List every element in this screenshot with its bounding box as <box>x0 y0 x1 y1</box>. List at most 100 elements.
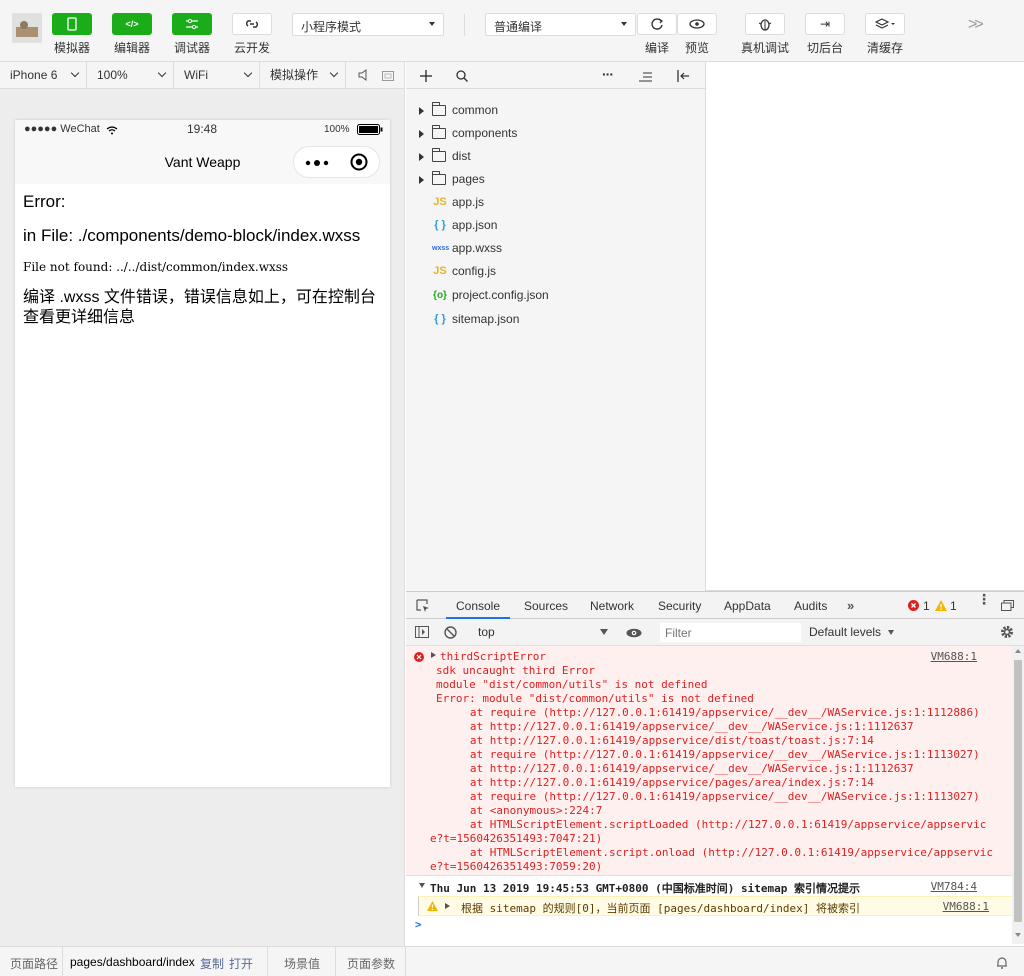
zoom-select[interactable]: 100% <box>87 62 174 88</box>
levels-select[interactable]: Default levels <box>809 625 895 639</box>
stack-line[interactable]: at http://127.0.0.1:61419/appservice/dis… <box>450 734 874 748</box>
console-error-entry[interactable]: VM688:1 thirdScriptError sdk uncaught th… <box>406 646 1012 876</box>
tab-appdata[interactable]: AppData <box>724 592 771 619</box>
expand-triangle-icon[interactable] <box>419 153 424 161</box>
more-tabs-icon[interactable]: » <box>847 598 854 613</box>
tab-security[interactable]: Security <box>658 592 701 619</box>
context-select[interactable]: top <box>470 622 610 642</box>
tree-file-app-js[interactable]: JS app.js <box>406 191 706 214</box>
stack-line[interactable]: at require (http://127.0.0.1:61419/appse… <box>450 748 980 762</box>
tree-file-app-wxss[interactable]: wxss app.wxss <box>406 237 706 260</box>
console-warning-entry[interactable]: 根据 sitemap 的规则[0]，当前页面 [pages/dashboard/… <box>418 896 1012 916</box>
source-link[interactable]: VM784:4 <box>931 880 977 893</box>
compile-button[interactable]: 编译 <box>637 13 677 56</box>
tree-file-config-js[interactable]: JS config.js <box>406 260 706 283</box>
expand-triangle-icon[interactable] <box>419 176 424 184</box>
chevron-down-icon <box>157 68 167 78</box>
clear-console-icon[interactable] <box>444 626 457 639</box>
network-select[interactable]: WiFi <box>174 62 260 88</box>
compile-select[interactable]: 普通编译 <box>485 13 636 36</box>
tab-console[interactable]: Console <box>446 592 510 619</box>
collapse-triangle-icon[interactable] <box>419 883 425 888</box>
expand-triangle-icon[interactable] <box>445 903 450 909</box>
editor-area[interactable] <box>706 62 1024 591</box>
compile-select-value: 普通编译 <box>494 20 543 34</box>
stack-line[interactable]: at http://127.0.0.1:61419/appservice/__d… <box>450 762 914 776</box>
tree-file-sitemap-json[interactable]: { } sitemap.json <box>406 308 706 331</box>
stack-line[interactable]: at http://127.0.0.1:61419/appservice/pag… <box>450 776 874 790</box>
stack-line[interactable]: at HTMLScriptElement.script.onload (http… <box>450 846 993 860</box>
more-dots-icon[interactable]: ··· <box>602 66 614 82</box>
mute-icon[interactable] <box>358 69 368 84</box>
expand-triangle-icon[interactable] <box>419 130 424 138</box>
expand-triangle-icon[interactable] <box>419 107 424 115</box>
add-icon[interactable] <box>420 70 432 82</box>
background-button[interactable]: ⇥ 切后台 <box>805 13 845 56</box>
tree-file-project-config[interactable]: {o} project.config.json <box>406 284 706 307</box>
source-link[interactable]: VM688:1 <box>943 900 989 913</box>
tree-folder-pages[interactable]: pages <box>406 168 706 191</box>
tree-folder-components[interactable]: components <box>406 122 706 145</box>
stack-line[interactable]: at require (http://127.0.0.1:61419/appse… <box>450 706 980 720</box>
tab-label: Audits <box>794 599 828 613</box>
inspect-element-icon[interactable] <box>416 599 430 613</box>
collapse-panel-icon[interactable] <box>676 70 690 82</box>
scroll-down-icon[interactable] <box>1015 933 1021 937</box>
more-dots-icon[interactable] <box>305 159 329 167</box>
console-prompt[interactable]: > <box>415 918 422 931</box>
stack-line[interactable]: at http://127.0.0.1:61419/appservice/__d… <box>450 720 914 734</box>
copy-link[interactable]: 复制 <box>200 955 224 972</box>
stack-line[interactable]: at require (http://127.0.0.1:61419/appse… <box>450 790 980 804</box>
tab-network[interactable]: Network <box>590 592 634 619</box>
device-select[interactable]: iPhone 6 <box>0 62 87 88</box>
error-circle-icon[interactable] <box>908 600 919 611</box>
simulator-button[interactable]: 模拟器 <box>52 13 92 56</box>
remote-debug-button[interactable]: 真机调试 <box>741 13 789 56</box>
bell-icon[interactable] <box>996 956 1008 969</box>
close-target-icon[interactable] <box>350 153 368 171</box>
scroll-up-icon[interactable] <box>1015 649 1021 653</box>
sidebar-toggle-icon[interactable] <box>415 626 429 638</box>
eye-icon <box>689 19 705 29</box>
gear-icon[interactable] <box>1000 625 1014 639</box>
stack-line[interactable]: at HTMLScriptElement.scriptLoaded (http:… <box>450 818 987 832</box>
scrollbar-thumb[interactable] <box>1014 660 1022 922</box>
operation-select[interactable]: 模拟操作 <box>260 62 346 88</box>
sort-icon[interactable] <box>639 72 653 82</box>
stack-line[interactable]: e?t=1560426351493:7059:20) <box>430 860 602 874</box>
tree-file-app-json[interactable]: { } app.json <box>406 214 706 237</box>
console-filter-input[interactable] <box>660 623 801 642</box>
page-params-button[interactable]: 页面参数 <box>347 955 395 972</box>
window-icon[interactable] <box>382 70 394 84</box>
more-chevrons-icon[interactable]: >> <box>968 16 984 34</box>
context-select-value: top <box>478 625 495 639</box>
folder-icon <box>432 102 446 116</box>
console-scrollbar[interactable] <box>1012 646 1024 944</box>
warning-triangle-icon[interactable] <box>935 600 947 611</box>
stack-line[interactable]: e?t=1560426351493:7047:21) <box>430 832 602 846</box>
menu-capsule[interactable] <box>293 146 380 178</box>
open-link[interactable]: 打开 <box>229 955 253 972</box>
debugger-button[interactable]: 调试器 <box>172 13 212 56</box>
project-avatar[interactable] <box>12 13 42 43</box>
editor-button[interactable]: </> 编辑器 <box>112 13 152 56</box>
kebab-menu-icon[interactable]: ⋮ <box>977 592 991 606</box>
warning-text: 根据 sitemap 的规则[0]，当前页面 [pages/dashboard/… <box>461 902 861 915</box>
tab-sources[interactable]: Sources <box>524 592 568 619</box>
tab-audits[interactable]: Audits <box>794 592 827 619</box>
clear-cache-button[interactable]: 清缓存 <box>865 13 905 56</box>
mode-select[interactable]: 小程序模式 <box>292 13 444 36</box>
search-icon[interactable] <box>456 70 468 82</box>
expand-triangle-icon[interactable] <box>431 652 436 658</box>
eye-icon[interactable] <box>626 628 642 638</box>
tree-folder-dist[interactable]: dist <box>406 145 706 168</box>
console-group-header[interactable]: Thu Jun 13 2019 19:45:53 GMT+0800 (中国标准时… <box>406 877 1012 895</box>
source-link[interactable]: VM688:1 <box>931 650 977 663</box>
zoom-select-value: 100% <box>97 68 128 82</box>
tree-folder-common[interactable]: common <box>406 99 706 122</box>
scene-button[interactable]: 场景值 <box>284 955 320 972</box>
cloud-button[interactable]: 云开发 <box>232 13 272 56</box>
tree-item-label: app.js <box>452 195 485 209</box>
undock-icon[interactable] <box>1001 600 1014 611</box>
preview-button[interactable]: 预览 <box>677 13 717 56</box>
